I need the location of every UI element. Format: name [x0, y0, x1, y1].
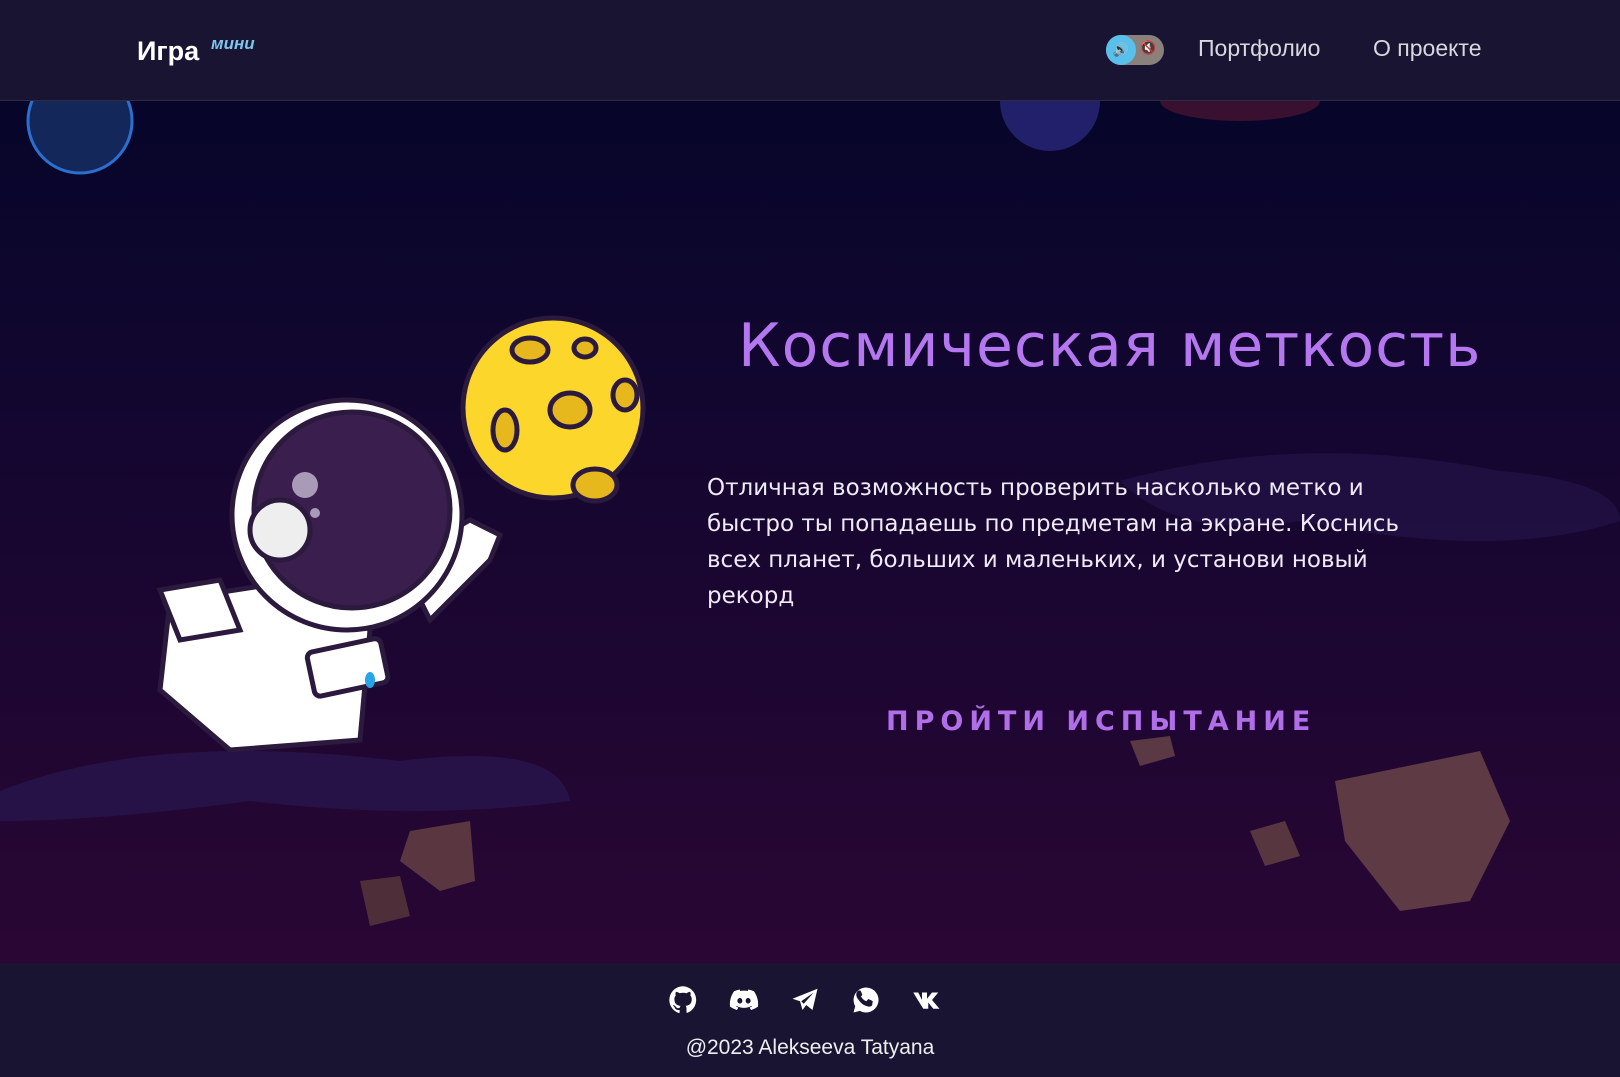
- asteroid-decoration: [1250, 821, 1300, 866]
- whatsapp-icon[interactable]: [851, 985, 881, 1019]
- glow-decoration: [1160, 101, 1320, 121]
- sound-toggle[interactable]: 🔊 🔇: [1106, 35, 1164, 65]
- telegram-icon[interactable]: [790, 985, 820, 1019]
- logo-text: Игра: [137, 36, 200, 66]
- asteroid-decoration: [400, 821, 475, 891]
- discord-icon[interactable]: [729, 985, 759, 1019]
- astronaut-illustration: [156, 315, 646, 753]
- logo-sup: мини: [211, 34, 255, 53]
- speaker-mute-icon: 🔇: [1140, 41, 1157, 56]
- hero-title: Космическая меткость: [738, 311, 1482, 381]
- asteroid-decoration: [1335, 751, 1510, 911]
- speaker-icon: 🔊: [1106, 35, 1136, 65]
- start-challenge-button[interactable]: ПРОЙТИ ИСПЫТАНИЕ: [886, 706, 1316, 737]
- copyright: @2023 Alekseeva Tatyana: [685, 1036, 935, 1059]
- footer: @2023 Alekseeva Tatyana: [0, 963, 1620, 1077]
- planet-decoration: [1000, 101, 1100, 151]
- asteroid-decoration: [1130, 736, 1175, 766]
- nav-about[interactable]: О проекте: [1373, 35, 1482, 62]
- header: Игра мини 🔊 🔇 Портфолио О проекте: [0, 0, 1620, 101]
- nav-portfolio[interactable]: Портфолио: [1198, 35, 1320, 62]
- planet-decoration: [26, 101, 134, 175]
- hero-description: Отличная возможность проверить насколько…: [707, 475, 1399, 609]
- github-icon[interactable]: [668, 985, 698, 1019]
- asteroid-decoration: [360, 876, 410, 926]
- hero-section: Космическая меткость Отличная возможност…: [0, 101, 1620, 963]
- logo[interactable]: Игра мини: [137, 34, 255, 67]
- vk-icon[interactable]: [912, 985, 942, 1019]
